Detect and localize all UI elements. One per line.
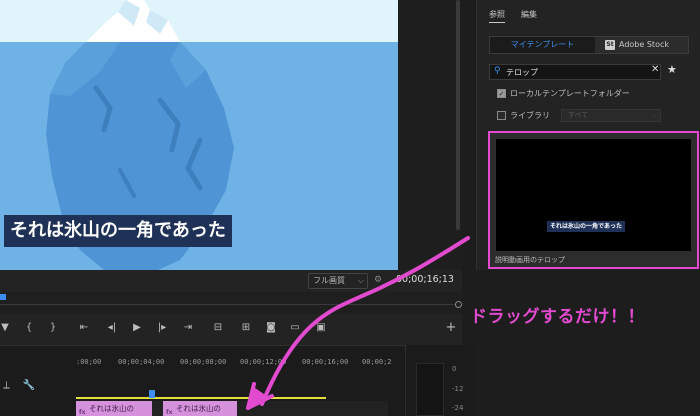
playback-resolution-select[interactable]: フル画質 ⌵: [308, 273, 368, 289]
settings-icon[interactable]: ⚙: [374, 275, 382, 285]
overlay-button[interactable]: ▣: [314, 321, 328, 335]
timeline-playhead[interactable]: [149, 390, 155, 398]
step-back-button[interactable]: ◂|: [104, 321, 120, 335]
panel-tab-bar: 参照 編集: [477, 0, 700, 26]
thumbnail-caption: それは氷山の一角であった: [547, 221, 625, 232]
timeline-clip[interactable]: fx それは氷山の: [163, 401, 237, 416]
playhead-timecode[interactable]: 00;00;16;13: [396, 274, 454, 285]
drag-annotation-text: ドラッグするだけ！！: [470, 307, 645, 327]
monitor-scrollbar-area: [398, 0, 462, 270]
template-item[interactable]: それは氷山の一角であった 説明動画用のテロップ: [488, 131, 699, 269]
template-search-input[interactable]: [506, 65, 644, 79]
ruler-tick-label: 00;00;08;00: [180, 358, 227, 366]
work-area-bar[interactable]: [76, 397, 326, 399]
vertical-scrollbar[interactable]: [456, 0, 460, 230]
timeline-panel: ⟂ 🔧 :00;00 00;00;04;00 00;00;08;00 00;00…: [0, 345, 405, 416]
play-button[interactable]: ▶: [130, 321, 144, 335]
ruler-tick-label: :00;00: [76, 358, 102, 366]
ruler-tick-label: 00;00;04;00: [118, 358, 165, 366]
favorite-star-icon[interactable]: ★: [667, 63, 677, 76]
mark-in-button[interactable]: {: [24, 321, 34, 335]
ruler-tick-label: 00;00;2: [362, 358, 392, 366]
video-frame: それは氷山の一角であった: [0, 0, 398, 270]
export-frame-button[interactable]: ◙: [264, 321, 278, 335]
libraries-checkbox[interactable]: [497, 111, 506, 120]
meter-label: -24: [452, 404, 464, 412]
template-search-box: ⚲: [489, 64, 661, 80]
meter-label: -12: [452, 385, 464, 393]
transport-controls: ▼ { } ⇤ ◂| ▶ |▸ ⇥ ⊟ ⊞ ◙ ▭ ▣ +: [0, 314, 462, 342]
caption-overlay: それは氷山の一角であった: [4, 215, 232, 247]
audio-meter-channel: [416, 363, 444, 416]
mark-out-button[interactable]: }: [48, 321, 58, 335]
ruler-tick-label: 00;00;12;00: [240, 358, 287, 366]
audio-meter-panel: 0 -12 -24: [405, 345, 475, 416]
program-monitor: それは氷山の一角であった フル画質 ⌵ ⚙ 00;00;16;13 ▼ { } …: [0, 0, 462, 345]
fx-badge-icon: fx: [166, 409, 173, 416]
lift-button[interactable]: ⊟: [210, 321, 226, 335]
template-thumbnail[interactable]: それは氷山の一角であった: [496, 139, 691, 251]
chevron-down-icon: ⌵: [650, 111, 656, 119]
button-editor-button[interactable]: +: [444, 321, 458, 335]
template-name: 説明動画用のテロップ: [495, 256, 565, 264]
chevron-down-icon: ⌵: [357, 276, 364, 285]
clear-search-icon[interactable]: ✕: [651, 64, 659, 75]
library-select-value: すべて: [568, 111, 589, 119]
template-source-toggle: マイテンプレート St Adobe Stock: [489, 36, 689, 54]
comparison-view-button[interactable]: ▭: [288, 321, 302, 335]
zoom-handle[interactable]: [455, 301, 462, 308]
step-forward-button[interactable]: |▸: [154, 321, 170, 335]
meter-label: 0: [452, 365, 457, 373]
scrub-track: [0, 304, 455, 305]
libraries-label: ライブラリ: [510, 111, 550, 120]
adobe-stock-icon: St: [605, 40, 615, 50]
add-marker-button[interactable]: ▼: [0, 321, 10, 335]
go-to-out-button[interactable]: ⇥: [180, 321, 196, 335]
library-select[interactable]: すべて ⌵: [561, 109, 661, 122]
extract-button[interactable]: ⊞: [238, 321, 254, 335]
go-to-in-button[interactable]: ⇤: [76, 321, 92, 335]
adobe-stock-button[interactable]: St Adobe Stock: [595, 37, 688, 53]
local-templates-label: ローカルテンプレートフォルダー: [510, 89, 630, 98]
timeline-ruler[interactable]: :00;00 00;00;04;00 00;00;08;00 00;00;12;…: [76, 356, 392, 396]
my-templates-button[interactable]: マイテンプレート: [490, 37, 595, 53]
video-track: fx それは氷山の fx それは氷山の: [76, 401, 388, 416]
ruler-tick-label: 00;00;16;00: [302, 358, 349, 366]
tab-edit[interactable]: 編集: [521, 9, 537, 20]
timeline-clip[interactable]: fx それは氷山の: [76, 401, 152, 416]
monitor-scrub-bar[interactable]: [0, 292, 462, 314]
wrench-icon[interactable]: ⟂ 🔧: [0, 380, 35, 391]
monitor-info-bar: フル画質 ⌵ ⚙ 00;00;16;13: [0, 270, 462, 292]
fx-badge-icon: fx: [79, 409, 86, 416]
local-templates-checkbox[interactable]: ✓: [497, 89, 506, 98]
adobe-stock-label: Adobe Stock: [619, 40, 669, 49]
search-icon: ⚲: [494, 66, 501, 76]
playback-resolution-value: フル画質: [313, 276, 345, 285]
clip-label: それは氷山の: [176, 404, 221, 413]
tab-browse[interactable]: 参照: [489, 9, 505, 23]
clip-label: それは氷山の: [89, 404, 134, 413]
monitor-playhead[interactable]: [0, 294, 6, 300]
